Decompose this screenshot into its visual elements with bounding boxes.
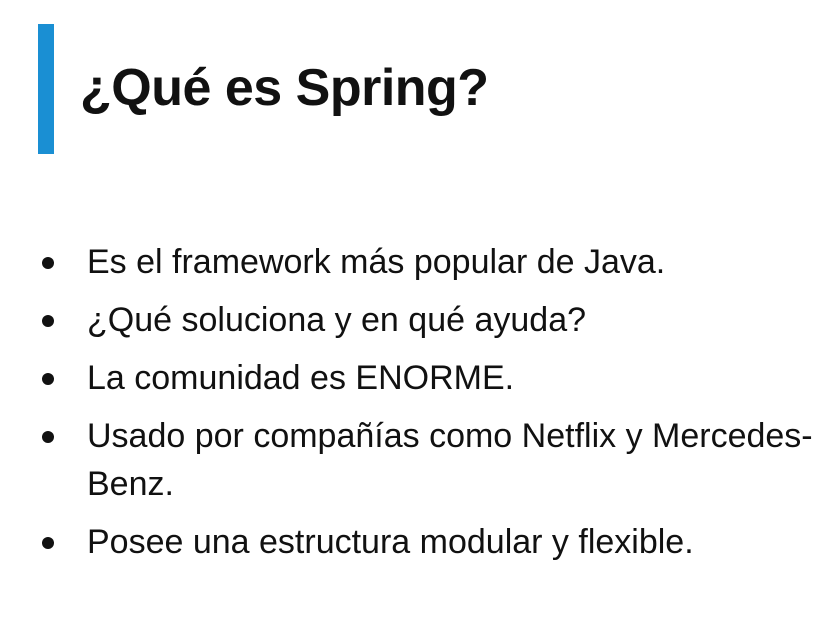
bullet-item: Es el framework más popular de Java.	[36, 238, 816, 286]
bullet-item: Posee una estructura modular y flexible.	[36, 518, 816, 566]
bullet-item: La comunidad es ENORME.	[36, 354, 816, 402]
bullet-item: ¿Qué soluciona y en qué ayuda?	[36, 296, 816, 344]
slide: ¿Qué es Spring? Es el framework más popu…	[0, 0, 832, 621]
slide-title: ¿Qué es Spring?	[80, 59, 489, 117]
bullet-list: Es el framework más popular de Java. ¿Qu…	[36, 238, 816, 576]
bullet-item: Usado por compañías como Netflix y Merce…	[36, 412, 816, 508]
title-accent-bar	[38, 24, 54, 154]
